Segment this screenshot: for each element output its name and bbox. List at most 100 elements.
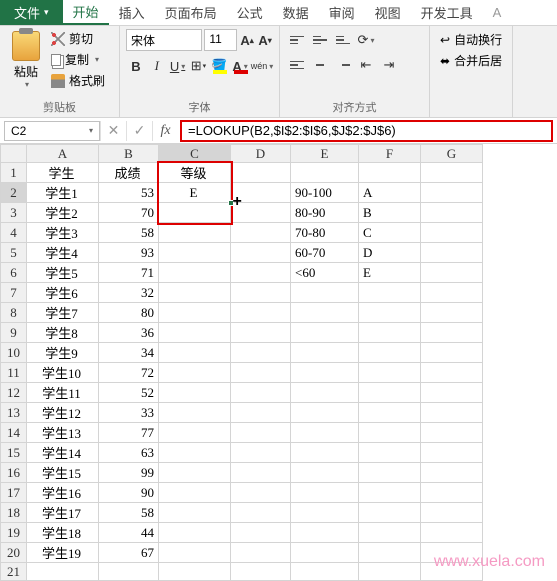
cell-E17[interactable] <box>291 483 359 503</box>
align-left-button[interactable] <box>286 54 308 76</box>
cell-A1[interactable]: 学生 <box>27 163 99 183</box>
cell-F20[interactable] <box>359 543 421 563</box>
row-header-15[interactable]: 15 <box>1 443 27 463</box>
tab-5[interactable]: 审阅 <box>319 0 365 25</box>
cell-F10[interactable] <box>359 343 421 363</box>
row-header-11[interactable]: 11 <box>1 363 27 383</box>
cell-G14[interactable] <box>421 423 483 443</box>
cell-G7[interactable] <box>421 283 483 303</box>
increase-font-button[interactable]: A▴ <box>239 29 255 51</box>
row-header-10[interactable]: 10 <box>1 343 27 363</box>
cell-D8[interactable] <box>231 303 291 323</box>
tab-1[interactable]: 插入 <box>109 0 155 25</box>
cell-D7[interactable] <box>231 283 291 303</box>
column-header-A[interactable]: A <box>27 145 99 163</box>
cell-F14[interactable] <box>359 423 421 443</box>
cell-F11[interactable] <box>359 363 421 383</box>
cell-E14[interactable] <box>291 423 359 443</box>
cell-A13[interactable]: 学生12 <box>27 403 99 423</box>
cell-F6[interactable]: E <box>359 263 421 283</box>
insert-function-button[interactable]: fx <box>152 121 178 141</box>
cell-E7[interactable] <box>291 283 359 303</box>
cell-B7[interactable]: 32 <box>99 283 159 303</box>
row-header-20[interactable]: 20 <box>1 543 27 563</box>
cell-A2[interactable]: 学生1 <box>27 183 99 203</box>
spreadsheet-grid[interactable]: ABCDEFG1学生成绩等级2学生153E90-100A3学生27080-90B… <box>0 144 557 581</box>
cell-C17[interactable] <box>159 483 231 503</box>
cell-E5[interactable]: 60-70 <box>291 243 359 263</box>
cell-B5[interactable]: 93 <box>99 243 159 263</box>
cell-E15[interactable] <box>291 443 359 463</box>
phonetic-button[interactable]: wén▾ <box>251 55 273 77</box>
row-header-2[interactable]: 2 <box>1 183 27 203</box>
row-header-3[interactable]: 3 <box>1 203 27 223</box>
tab-6[interactable]: 视图 <box>365 0 411 25</box>
cell-C16[interactable] <box>159 463 231 483</box>
cell-F18[interactable] <box>359 503 421 523</box>
align-middle-button[interactable] <box>309 29 331 51</box>
cell-E21[interactable] <box>291 563 359 581</box>
cell-F5[interactable]: D <box>359 243 421 263</box>
cell-C18[interactable] <box>159 503 231 523</box>
align-center-button[interactable] <box>309 54 331 76</box>
cell-B3[interactable]: 70 <box>99 203 159 223</box>
cell-G5[interactable] <box>421 243 483 263</box>
cell-B15[interactable]: 63 <box>99 443 159 463</box>
cell-G13[interactable] <box>421 403 483 423</box>
row-header-1[interactable]: 1 <box>1 163 27 183</box>
cell-G11[interactable] <box>421 363 483 383</box>
cell-A15[interactable]: 学生14 <box>27 443 99 463</box>
row-header-7[interactable]: 7 <box>1 283 27 303</box>
tab-3[interactable]: 公式 <box>227 0 273 25</box>
cell-A16[interactable]: 学生15 <box>27 463 99 483</box>
cell-F16[interactable] <box>359 463 421 483</box>
cell-C2[interactable]: E <box>159 183 231 203</box>
cell-E13[interactable] <box>291 403 359 423</box>
cell-C6[interactable] <box>159 263 231 283</box>
cell-A14[interactable]: 学生13 <box>27 423 99 443</box>
cell-D4[interactable] <box>231 223 291 243</box>
cell-F13[interactable] <box>359 403 421 423</box>
cell-C5[interactable] <box>159 243 231 263</box>
cell-F9[interactable] <box>359 323 421 343</box>
cell-F1[interactable] <box>359 163 421 183</box>
cell-C9[interactable] <box>159 323 231 343</box>
tab-7[interactable]: 开发工具 <box>411 0 483 25</box>
cell-C7[interactable] <box>159 283 231 303</box>
cell-G16[interactable] <box>421 463 483 483</box>
cell-E1[interactable] <box>291 163 359 183</box>
cell-E19[interactable] <box>291 523 359 543</box>
cut-button[interactable]: 剪切 <box>48 29 108 48</box>
cell-A17[interactable]: 学生16 <box>27 483 99 503</box>
cell-A7[interactable]: 学生6 <box>27 283 99 303</box>
cell-C10[interactable] <box>159 343 231 363</box>
row-header-14[interactable]: 14 <box>1 423 27 443</box>
tab-2[interactable]: 页面布局 <box>155 0 227 25</box>
cell-E10[interactable] <box>291 343 359 363</box>
cell-D13[interactable] <box>231 403 291 423</box>
align-right-button[interactable] <box>332 54 354 76</box>
cell-D16[interactable] <box>231 463 291 483</box>
cell-E3[interactable]: 80-90 <box>291 203 359 223</box>
cell-C12[interactable] <box>159 383 231 403</box>
cell-A20[interactable]: 学生19 <box>27 543 99 563</box>
tab-4[interactable]: 数据 <box>273 0 319 25</box>
cell-A3[interactable]: 学生2 <box>27 203 99 223</box>
column-header-F[interactable]: F <box>359 145 421 163</box>
cell-D19[interactable] <box>231 523 291 543</box>
cell-C14[interactable] <box>159 423 231 443</box>
row-header-9[interactable]: 9 <box>1 323 27 343</box>
row-header-18[interactable]: 18 <box>1 503 27 523</box>
cell-A5[interactable]: 学生4 <box>27 243 99 263</box>
cell-D18[interactable] <box>231 503 291 523</box>
cell-E16[interactable] <box>291 463 359 483</box>
cell-E20[interactable] <box>291 543 359 563</box>
cell-B19[interactable]: 44 <box>99 523 159 543</box>
cell-F2[interactable]: A <box>359 183 421 203</box>
tab-0[interactable]: 开始 <box>63 0 109 25</box>
cell-G1[interactable] <box>421 163 483 183</box>
cell-B12[interactable]: 52 <box>99 383 159 403</box>
column-header-B[interactable]: B <box>99 145 159 163</box>
cell-D17[interactable] <box>231 483 291 503</box>
cell-C21[interactable] <box>159 563 231 581</box>
